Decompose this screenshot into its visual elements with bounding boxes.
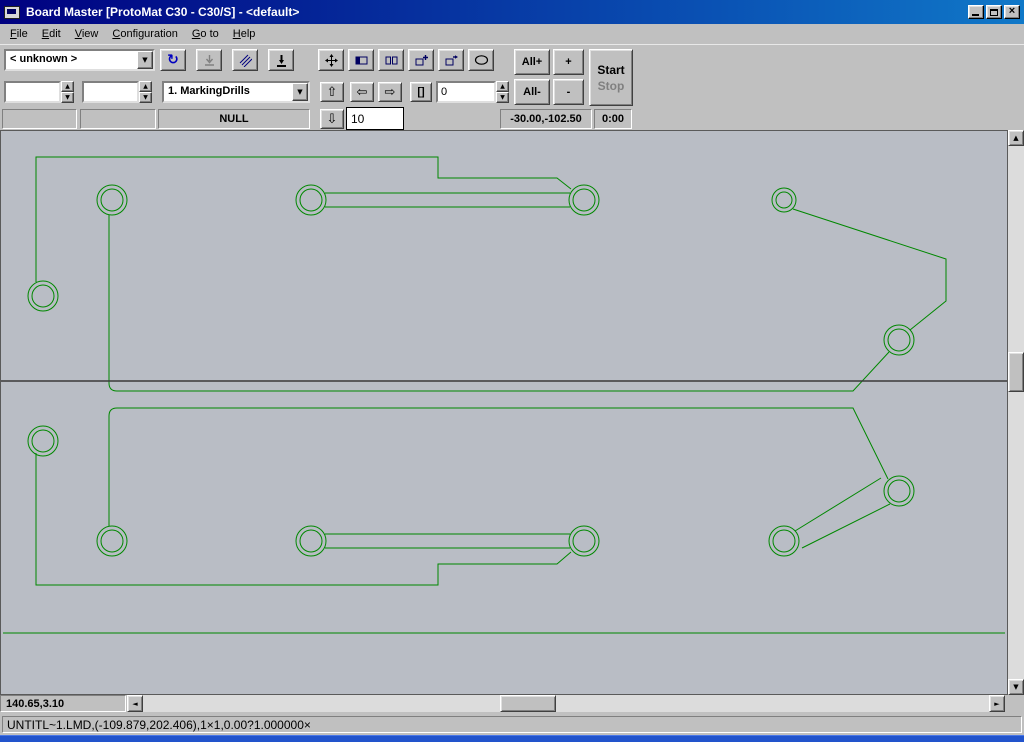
y-position-spinner[interactable]: ▲ ▼ bbox=[139, 81, 152, 103]
send-to-machine-button[interactable] bbox=[196, 49, 222, 71]
menu-help[interactable]: Help bbox=[227, 25, 264, 43]
stop-label[interactable]: Stop bbox=[598, 79, 625, 93]
menu-configuration[interactable]: Configuration bbox=[106, 25, 185, 43]
spin-down-icon[interactable]: ▼ bbox=[61, 92, 74, 103]
scroll-down-button[interactable]: ▼ bbox=[1008, 679, 1024, 695]
x-position-field[interactable] bbox=[4, 81, 61, 103]
board-add-button[interactable] bbox=[408, 49, 434, 71]
status-bar: UNTITL~1.LMD,(-109.879,202.406),1×1,0.00… bbox=[0, 713, 1024, 735]
horizontal-scroll-thumb[interactable] bbox=[500, 695, 556, 712]
close-icon: × bbox=[1009, 6, 1015, 17]
board-master-window: Board Master [ProtoMat C30 - C30/S] - <d… bbox=[0, 0, 1024, 742]
pan-view-button[interactable] bbox=[318, 49, 344, 71]
cursor-position-display: 140.65,3.10 bbox=[0, 695, 126, 712]
horizontal-scrollbar-row: 140.65,3.10 ◄ ► bbox=[0, 695, 1024, 713]
status-cell-y bbox=[80, 109, 156, 129]
tool-combo[interactable]: 1. MarkingDrills ▼ bbox=[162, 81, 310, 103]
chevron-down-icon[interactable]: ▼ bbox=[137, 51, 153, 69]
step-field[interactable] bbox=[346, 107, 404, 130]
menu-view[interactable]: View bbox=[69, 25, 107, 43]
menu-go-to[interactable]: Go to bbox=[186, 25, 227, 43]
title-bar: Board Master [ProtoMat C30 - C30/S] - <d… bbox=[0, 0, 1024, 24]
taskbar-edge bbox=[0, 735, 1024, 742]
spin-up-icon[interactable]: ▲ bbox=[496, 81, 509, 92]
tool-combo-value: 1. MarkingDrills bbox=[164, 83, 292, 101]
all-minus-button[interactable]: All- bbox=[514, 79, 550, 105]
menu-file[interactable]: File bbox=[4, 25, 36, 43]
board-arrow-icon bbox=[445, 54, 458, 67]
jog-left-button[interactable]: ⇦ bbox=[350, 82, 374, 102]
chevron-down-icon[interactable]: ▼ bbox=[292, 83, 308, 101]
horizontal-scroll-track[interactable] bbox=[143, 695, 989, 712]
scroll-left-button[interactable]: ◄ bbox=[127, 695, 143, 712]
start-label[interactable]: Start bbox=[597, 63, 624, 77]
scroll-right-button[interactable]: ► bbox=[989, 695, 1005, 712]
spin-up-icon[interactable]: ▲ bbox=[139, 81, 152, 92]
spin-up-icon[interactable]: ▲ bbox=[61, 81, 74, 92]
spin-down-icon[interactable]: ▼ bbox=[496, 92, 509, 103]
maximize-button[interactable] bbox=[986, 5, 1002, 19]
minimize-icon bbox=[972, 14, 979, 16]
menu-bar: File Edit View Configuration Go to Help bbox=[0, 24, 1024, 44]
time-display: 0:00 bbox=[594, 109, 632, 129]
x-position-spinner[interactable]: ▲ ▼ bbox=[61, 81, 74, 103]
all-plus-button[interactable]: All+ bbox=[514, 49, 550, 75]
refresh-icon: ↻ bbox=[167, 52, 179, 68]
measure-button[interactable] bbox=[468, 49, 494, 71]
y-position-field[interactable] bbox=[82, 81, 139, 103]
jog-up-button[interactable]: ⇧ bbox=[320, 82, 344, 102]
scroll-up-button[interactable]: ▲ bbox=[1008, 130, 1024, 146]
count-field[interactable] bbox=[436, 81, 496, 103]
tool-status-cell: NULL bbox=[158, 109, 310, 129]
spin-down-icon[interactable]: ▼ bbox=[139, 92, 152, 103]
file-info: UNTITL~1.LMD,(-109.879,202.406),1×1,0.00… bbox=[2, 716, 1022, 733]
pcb-svg bbox=[1, 131, 1007, 694]
mill-head-button[interactable] bbox=[268, 49, 294, 71]
menu-edit[interactable]: Edit bbox=[36, 25, 69, 43]
move-cross-icon bbox=[325, 54, 338, 67]
window-title: Board Master [ProtoMat C30 - C30/S] - <d… bbox=[26, 5, 299, 19]
maximize-icon bbox=[990, 9, 998, 16]
close-button[interactable]: × bbox=[1004, 5, 1020, 19]
board-duplicate-button[interactable] bbox=[378, 49, 404, 71]
hatch-icon bbox=[239, 54, 252, 67]
bracket-button[interactable]: [] bbox=[410, 82, 432, 102]
board-half-icon bbox=[355, 54, 368, 67]
pcb-canvas[interactable] bbox=[0, 130, 1008, 695]
minus-button[interactable]: - bbox=[553, 79, 584, 105]
board-step-button[interactable] bbox=[438, 49, 464, 71]
lens-icon bbox=[474, 54, 489, 66]
board-origin-button[interactable] bbox=[348, 49, 374, 71]
recalculate-button[interactable]: ↻ bbox=[160, 49, 186, 71]
jog-down-button[interactable]: ⇩ bbox=[320, 109, 344, 129]
vertical-scroll-thumb[interactable] bbox=[1008, 352, 1024, 392]
two-boards-icon bbox=[385, 54, 398, 67]
plus-button[interactable]: + bbox=[553, 49, 584, 75]
start-stop-button[interactable]: Start Stop bbox=[589, 49, 633, 106]
status-cell-x bbox=[2, 109, 77, 129]
jog-right-button[interactable]: ⇨ bbox=[378, 82, 402, 102]
position-display: -30.00,-102.50 bbox=[500, 109, 592, 129]
phase-combo-value: < unknown > bbox=[6, 51, 137, 69]
vertical-scrollbar[interactable]: ▲ ▼ bbox=[1008, 130, 1024, 695]
hatch-area-button[interactable] bbox=[232, 49, 258, 71]
count-spinner[interactable]: ▲ ▼ bbox=[496, 81, 509, 103]
board-plus-icon bbox=[415, 54, 428, 67]
app-icon bbox=[4, 6, 20, 19]
toolbar: < unknown > ▼ ↻ bbox=[0, 44, 1024, 130]
phase-combo[interactable]: < unknown > ▼ bbox=[4, 49, 155, 71]
download-icon bbox=[203, 54, 216, 67]
drill-icon bbox=[275, 54, 288, 67]
minimize-button[interactable] bbox=[968, 5, 984, 19]
